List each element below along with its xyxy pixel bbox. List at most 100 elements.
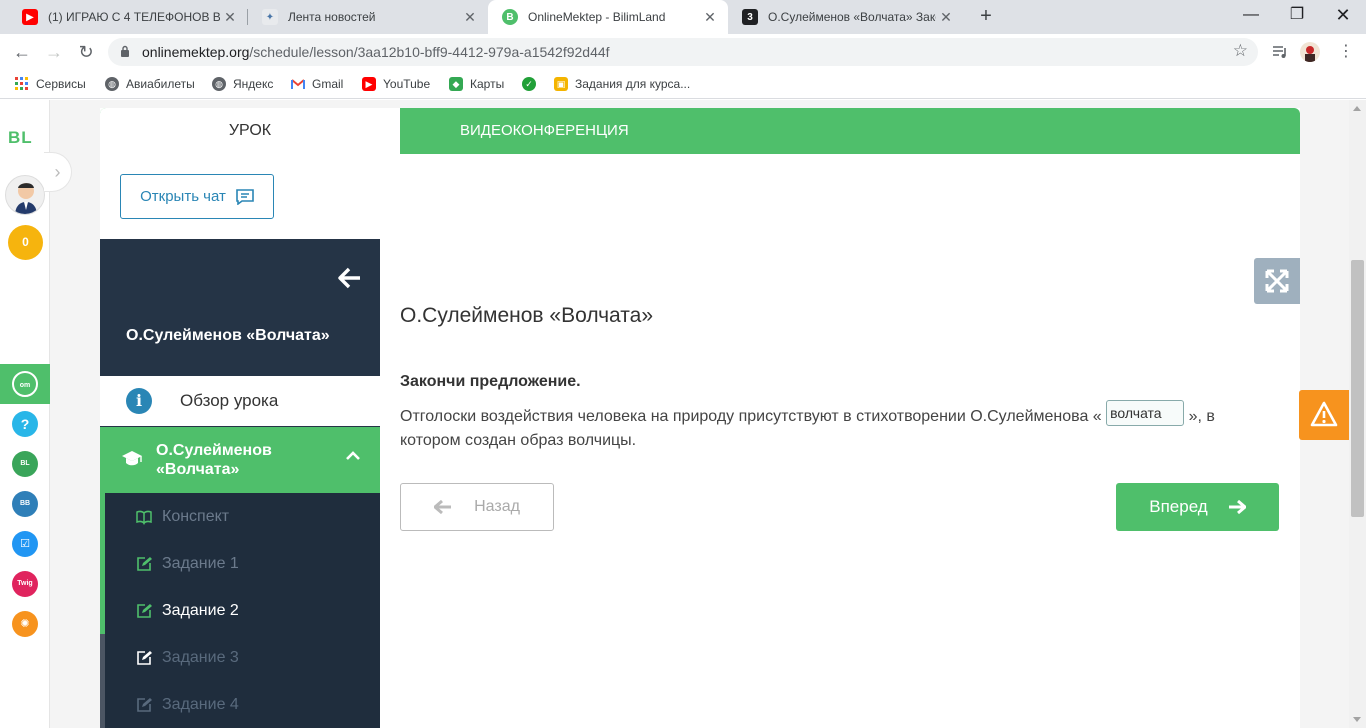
- report-problem-button[interactable]: [1299, 390, 1349, 440]
- tab-title: OnlineMektep - BilimLand: [528, 10, 666, 24]
- open-chat-button[interactable]: Открыть чат: [120, 174, 274, 219]
- info-icon: i: [126, 388, 152, 414]
- close-tab-icon[interactable]: ✕: [460, 9, 480, 26]
- address-bar[interactable]: onlinemektep.org/schedule/lesson/3aa12b1…: [108, 38, 1258, 66]
- url-path: /schedule/lesson/3aa12b10-bff9-4412-979a…: [249, 44, 610, 60]
- sidebar-section-lesson[interactable]: О.Сулейменов «Волчата»: [105, 427, 380, 493]
- close-window-button[interactable]: ✕: [1320, 0, 1366, 32]
- restore-button[interactable]: ❐: [1274, 0, 1320, 32]
- tab-title: Лента новостей: [288, 10, 376, 24]
- browser-menu-icon[interactable]: ⋮: [1334, 40, 1358, 64]
- scroll-down-icon[interactable]: [1353, 717, 1361, 722]
- sidebar-item-label: Задание 3: [162, 648, 239, 666]
- bookmark-label: YouTube: [383, 77, 431, 91]
- bookmark-maps[interactable]: ◆ Карты: [449, 76, 504, 92]
- bilimmedia-app-icon[interactable]: ✺: [12, 611, 38, 637]
- edit-icon: [137, 697, 152, 712]
- bilimland-app-icon[interactable]: BL: [12, 451, 38, 477]
- browser-tab-onlinemektep[interactable]: B OnlineMektep - BilimLand ✕: [488, 0, 728, 34]
- twig-app-icon[interactable]: Twig: [12, 571, 38, 597]
- lesson-tabs: УРОК ВИДЕОКОНФЕРЕНЦИЯ: [100, 108, 1300, 154]
- expand-rail-chevron-icon[interactable]: ›: [44, 152, 72, 192]
- back-arrow-icon[interactable]: ←: [10, 40, 34, 64]
- arrow-left-icon: [434, 500, 452, 514]
- minimize-button[interactable]: —: [1228, 0, 1274, 32]
- help-app-icon[interactable]: ?: [12, 411, 38, 437]
- user-avatar[interactable]: [5, 175, 45, 215]
- bookmark-star-icon[interactable]: ☆: [1233, 41, 1248, 61]
- media-control-icon[interactable]: [1270, 42, 1290, 62]
- sidebar-item-task-2[interactable]: Задание 2: [105, 587, 380, 634]
- scroll-up-icon[interactable]: [1353, 106, 1361, 111]
- edit-icon: [137, 650, 152, 665]
- browser-tab-strip: ▶ (1) ИГРАЮ С 4 ТЕЛЕФОНОВ В PUBG ✕ ✦ Лен…: [0, 0, 1366, 34]
- arrow-right-icon: [1228, 500, 1246, 514]
- browser-tab-znanija[interactable]: 3 О.Сулейменов «Волчата» Законч ✕: [728, 0, 964, 34]
- tab-lesson[interactable]: УРОК: [100, 108, 400, 154]
- lesson-sidebar: О.Сулейменов «Волчата» i Обзор урока О.С…: [100, 239, 380, 728]
- test-app-icon[interactable]: ☑: [12, 531, 38, 557]
- apps-grid-icon: [15, 77, 29, 91]
- task-instruction: Закончи предложение.: [400, 373, 581, 390]
- book-icon: [136, 510, 152, 525]
- page-scrollbar[interactable]: [1349, 100, 1366, 728]
- tab-videoconference[interactable]: ВИДЕОКОНФЕРЕНЦИЯ: [460, 108, 629, 154]
- warning-icon: [1310, 401, 1338, 427]
- sidebar-lesson-title: О.Сулейменов «Волчата»: [126, 327, 330, 344]
- sidebar-item-task-3[interactable]: Задание 3: [105, 634, 380, 681]
- bookmark-aviabilety[interactable]: ◍ Авиабилеты: [105, 76, 195, 92]
- expand-icon: [1265, 269, 1289, 293]
- sidebar-item-konspekt[interactable]: Конспект: [105, 493, 380, 540]
- sidebar-item-task-4[interactable]: Задание 4: [105, 681, 380, 728]
- bookmark-youtube[interactable]: ▶ YouTube: [362, 76, 430, 92]
- bookmark-classroom[interactable]: ▣ Задания для курса...: [554, 76, 690, 92]
- bilimbook-app-icon[interactable]: BB: [12, 491, 38, 517]
- maps-icon: ◆: [449, 77, 463, 91]
- back-button-label: Назад: [474, 498, 520, 515]
- news-icon: ✦: [262, 9, 278, 25]
- close-tab-icon[interactable]: ✕: [220, 9, 240, 26]
- close-tab-icon[interactable]: ✕: [936, 9, 956, 26]
- bookmark-sberbank[interactable]: ✓: [522, 76, 543, 92]
- bookmark-yandex[interactable]: ◍ Яндекс: [212, 76, 273, 92]
- bookmark-label: Задания для курса...: [575, 77, 691, 91]
- bookmark-label: Карты: [470, 77, 505, 91]
- scrollbar-thumb[interactable]: [1351, 260, 1364, 517]
- tab-title: О.Сулейменов «Волчата» Законч: [768, 10, 936, 24]
- next-button-label: Вперед: [1149, 497, 1208, 516]
- profile-avatar[interactable]: [1300, 42, 1320, 62]
- sidebar-section-label: О.Сулейменов «Волчата»: [156, 442, 272, 478]
- browser-tab-youtube[interactable]: ▶ (1) ИГРАЮ С 4 ТЕЛЕФОНОВ В PUBG ✕: [8, 0, 248, 34]
- lesson-card: УРОК ВИДЕОКОНФЕРЕНЦИЯ Открыть чат О.Суле…: [100, 108, 1300, 728]
- sidebar-item-overview[interactable]: i Обзор урока: [100, 376, 380, 426]
- sentence-part-before: Отголоски воздействия человека на природ…: [400, 408, 1102, 426]
- sidebar-subitems: Конспект Задание 1 Задание 2 Задание 3 З…: [105, 493, 380, 728]
- collapse-sidebar-arrow-icon[interactable]: [338, 267, 362, 289]
- reload-icon[interactable]: ↻: [74, 40, 98, 64]
- sberbank-icon: ✓: [522, 77, 536, 91]
- answer-input[interactable]: [1106, 400, 1185, 426]
- close-tab-icon[interactable]: ✕: [700, 9, 720, 26]
- next-button[interactable]: Вперед: [1116, 483, 1279, 531]
- znanija-icon: 3: [742, 9, 758, 25]
- bookmarks-bar: Сервисы ◍ Авиабилеты ◍ Яндекс Gmail ▶ Yo…: [0, 70, 1366, 99]
- coins-badge[interactable]: 0: [8, 225, 43, 260]
- bilimland-logo[interactable]: BL: [8, 128, 33, 148]
- chevron-up-icon[interactable]: [346, 451, 360, 461]
- back-button[interactable]: Назад: [400, 483, 554, 531]
- fullscreen-button[interactable]: [1254, 258, 1300, 304]
- classroom-icon: ▣: [554, 77, 568, 91]
- online-mektep-app-icon[interactable]: om: [12, 371, 38, 397]
- bilimland-icon: B: [502, 9, 518, 25]
- sidebar-item-label: Конспект: [162, 507, 230, 525]
- browser-tab-news[interactable]: ✦ Лента новостей ✕: [248, 0, 488, 34]
- sidebar-item-task-1[interactable]: Задание 1: [105, 540, 380, 587]
- browser-toolbar: ← → ↻ onlinemektep.org/schedule/lesson/3…: [0, 34, 1366, 70]
- bookmark-services[interactable]: Сервисы: [15, 76, 86, 92]
- forward-arrow-icon[interactable]: →: [42, 40, 66, 64]
- bookmark-gmail[interactable]: Gmail: [291, 76, 343, 92]
- task-title: О.Сулейменов «Волчата»: [400, 304, 654, 327]
- new-tab-button[interactable]: +: [972, 5, 1000, 29]
- task-sentence: Отголоски воздействия человека на природ…: [400, 400, 1270, 452]
- app-rail: BL 0 om ? BL BB ☑ Twig ✺: [0, 100, 50, 728]
